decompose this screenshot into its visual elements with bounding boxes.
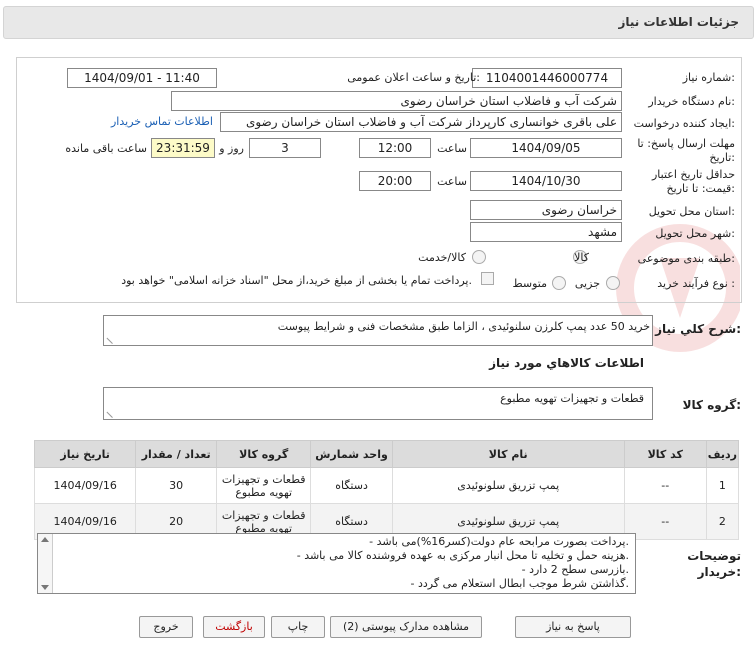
goods-table: ردیف کد کالا نام کالا واحد شمارش گروه کا… [33,440,740,540]
deadline-time-field: 12:00 [359,138,431,158]
col-name: نام کالا [391,440,625,468]
resize-handle-icon[interactable] [106,405,119,419]
description-field: خرید 50 عدد پمپ کلرزن سلنوئیدی ، الزاما … [103,315,653,346]
validity-label-line1: حداقل تاریخ اعتبار [651,168,735,181]
remaining-time-field: 23:31:59 [151,138,215,158]
category-option-goods-service: کالا/خدمت [418,251,466,264]
reply-button[interactable]: پاسخ به نیاز [515,616,631,638]
buyer-contact-link[interactable]: اطلاعات تماس خریدار [111,115,213,128]
note-line: - گذاشتن شرط موجب ابطال استعلام می گردد. [410,577,629,590]
deadline-time-label: ساعت [437,142,467,155]
cell-qty: 30 [135,467,218,504]
goods-table-header: ردیف کد کالا نام کالا واحد شمارش گروه کا… [33,440,740,468]
col-code: کد کالا [623,440,707,468]
resize-handle-icon[interactable] [106,331,119,345]
description-label: شرح کلي نياز: [655,322,741,336]
deadline-label-line2: تاریخ: [709,151,735,164]
buyer-notes-field: - پرداخت بصورت مرابحه عام دولت(کسر16%)می… [37,533,636,594]
treasury-payment-checkbox[interactable] [481,272,494,285]
col-row: ردیف [705,440,740,468]
view-attachments-button[interactable]: مشاهده مدارک پیوستی (2) [330,616,482,638]
goods-group-label: گروه کالا: [682,398,741,412]
note-line: - هزینه حمل و تخلیه تا محل انبار مرکزی ب… [296,549,629,562]
back-button[interactable]: بازگشت [203,616,265,638]
category-label: طبقه بندی موضوعی: [637,252,735,265]
buyer-org-field: شرکت آب و فاضلاب استان خراسان رضوی [171,91,622,111]
goods-group-text: قطعات و تجهیزات تهویه مطبوع [500,392,644,405]
process-radio-partial[interactable] [606,276,620,290]
table-row: 1 -- پمپ تزریق سلونوئیدی دستگاه قطعات و … [33,467,740,504]
buyer-notes-label-line1: توضیحات [687,549,741,563]
note-line: - پرداخت بصورت مرابحه عام دولت(کسر16%)می… [369,535,629,548]
city-field: مشهد [470,222,622,242]
col-date: تاریخ نیاز [33,440,137,468]
exit-button[interactable]: خروج [139,616,193,638]
remaining-label: ساعت باقی مانده [65,142,147,155]
goods-group-field: قطعات و تجهیزات تهویه مطبوع [103,387,653,420]
process-radio-medium[interactable] [552,276,566,290]
cell-row: 2 [705,503,740,540]
cell-row: 1 [705,467,740,504]
category-option-goods: کالا [574,251,589,264]
announce-label: تاریخ و ساعت اعلان عمومی: [347,71,480,84]
announce-field: 1404/09/01 - 11:40 [67,68,217,88]
validity-date-field: 1404/10/30 [470,171,622,191]
goods-section-title: اطلاعات کالاهاي مورد نياز [489,356,644,370]
notes-scrollbar[interactable] [38,534,53,593]
need-number-field: 1104001446000774 [472,68,622,88]
col-qty: تعداد / مقدار [135,440,218,468]
creator-field: علی باقری خوانساری کارپرداز شرکت آب و فا… [220,112,622,132]
city-label: شهر محل تحویل: [655,227,735,240]
scroll-down-icon[interactable] [41,585,49,590]
cell-code: -- [623,503,707,540]
cell-group: قطعات و تجهیزات تهویه مطبوع [216,467,312,504]
province-field: خراسان رضوی [470,200,622,220]
treasury-payment-note: پرداخت تمام یا بخشی از مبلغ خرید،از محل … [121,274,472,287]
validity-label-line2: قیمت: تا تاریخ: [666,182,735,195]
col-unit: واحد شمارش [310,440,393,468]
buyer-org-label: نام دستگاه خریدار: [648,95,735,108]
process-option-partial: جزیی [574,277,600,290]
print-button[interactable]: چاپ [271,616,325,638]
cell-name: پمپ تزریق سلونوئیدی [391,467,625,504]
deadline-date-field: 1404/09/05 [470,138,622,158]
cell-date: 1404/09/16 [33,467,137,504]
cell-code: -- [623,467,707,504]
province-label: استان محل تحویل: [648,205,735,218]
days-field: 3 [249,138,321,158]
creator-label: ایجاد کننده درخواست: [633,117,735,130]
description-text: خرید 50 عدد پمپ کلرزن سلنوئیدی ، الزاما … [277,320,650,333]
page-header: جزئیات اطلاعات نیاز [3,6,754,39]
category-radio-goods-service[interactable] [472,250,486,264]
note-line: - بازرسی سطح 2 دارد. [521,563,629,576]
scroll-up-icon[interactable] [41,537,49,542]
validity-time-label: ساعت [437,175,467,188]
process-option-medium: متوسط [512,277,547,290]
deadline-label-line1: مهلت ارسال پاسخ: تا [637,137,735,150]
col-group: گروه کالا [216,440,312,468]
cell-unit: دستگاه [310,467,393,504]
page-title: جزئیات اطلاعات نیاز [618,15,739,29]
process-label: نوع فرآیند خرید : [657,277,735,290]
days-label: روز و [219,142,244,155]
buyer-notes-label-line2: خریدار: [697,565,741,579]
validity-time-field: 20:00 [359,171,431,191]
need-number-label: شماره نیاز: [682,71,735,84]
